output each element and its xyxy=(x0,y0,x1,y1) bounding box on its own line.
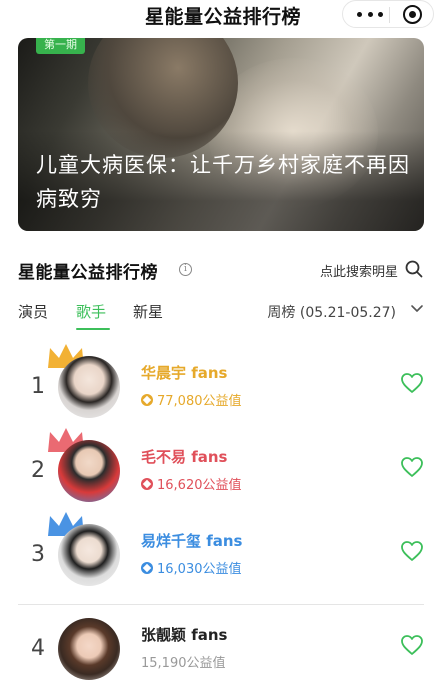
campaign-banner[interactable]: 第一期 儿童大病医保：让千万乡村家庭不再因病致穷 xyxy=(18,38,424,231)
heart-outline-icon[interactable] xyxy=(400,372,424,394)
star-name[interactable]: 华晨宇 fans xyxy=(141,362,227,383)
search-star-link[interactable]: 点此搜索明星 xyxy=(320,261,398,280)
list-divider xyxy=(18,604,424,605)
ranking-row[interactable]: 1 华晨宇 fans 77,080公益值 xyxy=(0,344,446,430)
avatar[interactable] xyxy=(58,618,120,680)
rank-number: 4 xyxy=(31,636,45,661)
rank-number: 1 xyxy=(31,374,45,399)
period-selector[interactable]: 周榜 (05.21-05.27) xyxy=(267,302,396,322)
chevron-down-icon[interactable] xyxy=(410,304,424,314)
rank-number: 2 xyxy=(31,458,45,483)
points-icon xyxy=(141,478,153,490)
points-value: 16,030公益值 xyxy=(157,562,242,577)
points-value: 77,080公益值 xyxy=(157,394,242,409)
star-points: 15,190公益值 xyxy=(141,656,226,671)
tab-newstar[interactable]: 新星 xyxy=(133,301,163,322)
heart-outline-icon[interactable] xyxy=(400,456,424,478)
capsule-divider xyxy=(389,7,390,23)
active-tab-indicator xyxy=(76,328,110,330)
star-points: 16,620公益值 xyxy=(141,474,242,493)
star-name[interactable]: 张靓颖 fans xyxy=(141,624,227,645)
info-icon[interactable]: i xyxy=(179,263,192,276)
heart-outline-icon[interactable] xyxy=(400,540,424,562)
star-name[interactable]: 易烊千玺 fans xyxy=(141,530,242,551)
tab-actor[interactable]: 演员 xyxy=(18,301,48,322)
ranking-row[interactable]: 2 毛不易 fans 16,620公益值 xyxy=(0,428,446,514)
tab-singer[interactable]: 歌手 xyxy=(76,301,106,322)
avatar-image xyxy=(58,524,120,586)
nav-bar: 星能量公益排行榜 xyxy=(0,0,446,32)
banner-headline: 儿童大病医保：让千万乡村家庭不再因病致穷 xyxy=(36,153,410,211)
avatar[interactable] xyxy=(48,512,120,586)
points-value: 16,620公益值 xyxy=(157,478,242,493)
banner-issue-tag: 第一期 xyxy=(36,38,85,54)
avatar[interactable] xyxy=(48,344,120,418)
star-name[interactable]: 毛不易 fans xyxy=(141,446,227,467)
search-icon[interactable] xyxy=(405,260,423,278)
ranking-row[interactable]: 4 张靓颖 fans 15,190公益值 xyxy=(0,608,446,692)
points-icon xyxy=(141,562,153,574)
avatar-image xyxy=(58,356,120,418)
rank-number: 3 xyxy=(31,542,45,567)
avatar-image xyxy=(58,618,120,680)
avatar[interactable] xyxy=(48,428,120,502)
avatar-image xyxy=(58,440,120,502)
section-title: 星能量公益排行榜 xyxy=(18,263,158,283)
ranking-row[interactable]: 3 易烊千玺 fans 16,030公益值 xyxy=(0,512,446,598)
close-circle-icon[interactable] xyxy=(403,5,422,24)
points-icon xyxy=(141,394,153,406)
heart-outline-icon[interactable] xyxy=(400,634,424,656)
star-points: 77,080公益值 xyxy=(141,390,242,409)
mini-program-capsule xyxy=(342,0,434,28)
star-points: 16,030公益值 xyxy=(141,558,242,577)
more-dots-icon[interactable] xyxy=(357,8,383,20)
